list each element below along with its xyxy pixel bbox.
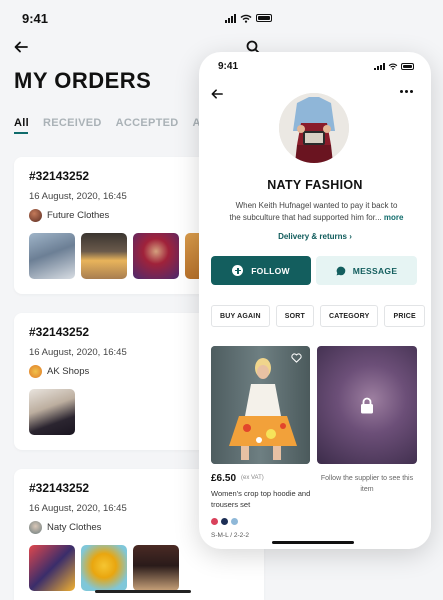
active-tab-indicator <box>14 132 28 134</box>
tab-received[interactable]: RECEIVED <box>43 117 102 129</box>
read-more-link[interactable]: more <box>384 213 404 222</box>
back-arrow-icon[interactable] <box>14 40 28 54</box>
order-id: #32143252 <box>29 169 90 183</box>
wifi-icon <box>240 14 252 23</box>
tab-all[interactable]: All <box>14 117 29 129</box>
chevron-right-icon: › <box>349 232 352 241</box>
back-arrow-icon[interactable] <box>211 88 223 100</box>
order-date: 16 August, 2020, 16:45 <box>29 191 127 202</box>
battery-icon <box>256 14 272 22</box>
product-price: £6.50 <box>211 473 237 484</box>
product-thumbnail[interactable] <box>81 233 127 279</box>
product-thumbnail[interactable] <box>133 545 179 591</box>
product-name[interactable]: Women's crop top hoodie and trousers set <box>211 488 311 511</box>
product-photo <box>211 346 310 464</box>
delivery-returns-label: Delivery & returns <box>278 232 347 241</box>
shop-name: AK Shops <box>47 366 90 377</box>
color-swatch[interactable] <box>211 518 218 525</box>
more-options-icon[interactable] <box>400 90 413 93</box>
signal-icon <box>374 63 385 70</box>
color-swatches <box>211 518 238 525</box>
filter-bar: BUY AGAIN SORT CATEGORY PRICE <box>211 305 425 327</box>
chat-bubble-icon <box>336 266 345 275</box>
product-thumbnail[interactable] <box>29 389 75 435</box>
delivery-returns-link[interactable]: Delivery & returns › <box>199 232 431 241</box>
color-swatch[interactable] <box>231 518 238 525</box>
tab-accepted[interactable]: ACCEPTED <box>116 117 179 129</box>
vat-note: (ex VAT) <box>241 475 264 481</box>
wifi-icon <box>388 63 398 70</box>
filter-sort[interactable]: SORT <box>275 305 314 327</box>
shop-avatar <box>29 521 42 534</box>
filter-price[interactable]: PRICE <box>384 305 425 327</box>
order-shop: Naty Clothes <box>29 521 101 534</box>
order-tabs: All RECEIVED ACCEPTED AME <box>14 117 218 129</box>
signal-icon <box>225 13 236 23</box>
product-thumbnail[interactable] <box>133 233 179 279</box>
shop-profile-screen: 9:41 NATY FASHION When Keith Hufnagel wa… <box>199 52 431 549</box>
status-time: 9:41 <box>218 61 239 72</box>
message-button[interactable]: MESSAGE <box>316 256 417 285</box>
message-label: MESSAGE <box>352 265 398 276</box>
product-thumbnail[interactable] <box>29 233 75 279</box>
shop-avatar-image <box>279 93 349 163</box>
status-icons <box>225 13 272 23</box>
product-image[interactable] <box>211 346 310 464</box>
product-sizes: S-M-L / 2-2-2 <box>211 532 250 539</box>
status-bar: 9:41 <box>22 10 272 26</box>
home-indicator <box>272 541 354 544</box>
shop-name: Future Clothes <box>47 210 110 221</box>
order-id: #32143252 <box>29 325 90 339</box>
order-date: 16 August, 2020, 16:45 <box>29 503 127 514</box>
status-time: 9:41 <box>22 10 49 26</box>
lock-icon <box>361 397 373 414</box>
order-shop: Future Clothes <box>29 209 109 222</box>
product-thumbnail[interactable] <box>29 545 75 591</box>
shop-description-text: When Keith Hufnagel wanted to pay it bac… <box>229 201 398 222</box>
order-shop: AK Shops <box>29 365 89 378</box>
battery-icon <box>401 63 414 70</box>
filter-buy-again[interactable]: BUY AGAIN <box>211 305 270 327</box>
plus-circle-icon <box>232 265 244 276</box>
status-icons <box>374 63 414 70</box>
page-title: MY ORDERS <box>14 68 152 93</box>
shop-name: NATY FASHION <box>267 178 363 192</box>
status-bar: 9:41 <box>218 61 414 72</box>
home-indicator <box>95 590 191 593</box>
shop-avatar <box>29 209 42 222</box>
shop-avatar <box>29 365 42 378</box>
shop-description: When Keith Hufnagel wanted to pay it bac… <box>229 200 404 224</box>
follow-label: FOLLOW <box>251 265 290 276</box>
shop-avatar <box>279 93 349 163</box>
order-thumbnails <box>29 545 179 591</box>
order-id: #32143252 <box>29 481 90 495</box>
heart-icon[interactable] <box>291 353 302 363</box>
color-swatch[interactable] <box>221 518 228 525</box>
product-thumbnail[interactable] <box>81 545 127 591</box>
filter-category[interactable]: CATEGORY <box>319 305 379 327</box>
locked-item-note: Follow the supplier to see this item <box>320 475 414 494</box>
order-thumbnails <box>29 389 75 435</box>
shop-name: Naty Clothes <box>47 522 102 533</box>
follow-button[interactable]: FOLLOW <box>211 256 311 285</box>
order-date: 16 August, 2020, 16:45 <box>29 347 127 358</box>
